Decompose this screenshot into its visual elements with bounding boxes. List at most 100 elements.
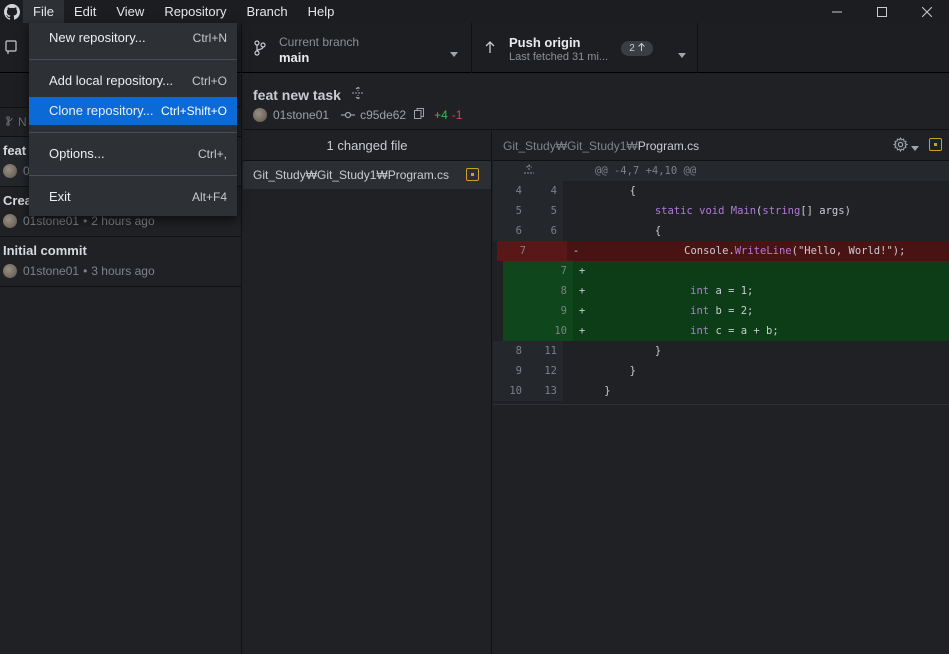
- new-line-number: 7: [538, 261, 573, 281]
- diff-code: Console.WriteLine("Hello, World!");: [583, 245, 906, 257]
- menu-item-label: Add local repository...: [49, 73, 174, 88]
- diff-file-path: Git_Study₩Git_Study1₩Program.cs: [503, 139, 699, 153]
- commit-author: 01stone01: [23, 214, 80, 228]
- diff-line[interactable]: 55 static void Main(string[] args): [493, 201, 949, 221]
- old-line-number: 10: [493, 381, 528, 401]
- menu-item-options[interactable]: Options... Ctrl+,: [29, 140, 237, 168]
- menu-item-shortcut: Alt+F4: [191, 190, 227, 204]
- menu-item-label: Options...: [49, 146, 105, 161]
- menu-branch[interactable]: Branch: [236, 0, 297, 23]
- history-filter-input[interactable]: N: [18, 115, 27, 129]
- menu-separator: [29, 59, 237, 60]
- diff-marker: [565, 381, 579, 401]
- commit-sha-icon: [341, 108, 356, 122]
- menu-item-label: Exit: [49, 189, 71, 204]
- diff-code: int a = 1;: [690, 285, 754, 297]
- diff-line[interactable]: 44 {: [493, 181, 949, 201]
- github-logo-icon[interactable]: [0, 0, 23, 23]
- diff-line[interactable]: 10 13 }: [493, 381, 949, 401]
- diff-code: static void Main(string[] args): [654, 205, 851, 217]
- menu-item-clone-repository[interactable]: Clone repository... Ctrl+Shift+O: [29, 97, 237, 125]
- diff-marker: -: [572, 245, 580, 257]
- maximize-icon[interactable]: [859, 0, 904, 23]
- minimize-icon[interactable]: [814, 0, 859, 23]
- diff-lines: @@ -4,7 +4,10 @@ 44 {5 5 static void Main…: [493, 161, 949, 401]
- menu-view[interactable]: View: [106, 0, 154, 23]
- commit-time: 2 hours ago: [91, 214, 155, 228]
- diff-code: int c = a + b;: [690, 325, 779, 337]
- diff-path-file: Program.cs: [637, 139, 700, 153]
- menu-item-shortcut: Ctrl+N: [192, 31, 227, 45]
- diff-line[interactable]: 66 {: [493, 221, 949, 241]
- hunk-expand-icon[interactable]: [493, 161, 565, 181]
- diff-line[interactable]: 8 + int a = 1;: [503, 281, 949, 301]
- diff-line[interactable]: 7 +: [503, 261, 949, 281]
- avatar: [3, 214, 17, 228]
- old-line-number: [503, 261, 538, 281]
- diff-marker: [565, 201, 579, 221]
- menu-edit[interactable]: Edit: [64, 0, 106, 23]
- changed-file-path: Git_Study₩Git_Study1₩Program.cs: [253, 168, 450, 182]
- diff-line[interactable]: 8 11 }: [493, 341, 949, 361]
- commit-sha: c95de62: [360, 108, 407, 122]
- branch-icon: [254, 40, 266, 59]
- close-icon[interactable]: [904, 0, 949, 23]
- menu-item-exit[interactable]: Exit Alt+F4: [29, 183, 237, 211]
- branch-label: Current branch: [279, 35, 360, 49]
- diff-line[interactable]: 10 + int c = a + b;: [503, 321, 949, 341]
- arrow-up-small-icon: [637, 42, 645, 54]
- changed-files-panel: 1 changed file Git_Study₩Git_Study1₩Prog…: [243, 131, 492, 654]
- menu-repository[interactable]: Repository: [154, 0, 236, 23]
- additions-count: +4: [434, 108, 448, 122]
- diff-end-line: [493, 404, 949, 405]
- diff-code: }: [579, 385, 611, 397]
- new-line-number: 4: [528, 181, 563, 201]
- menu-bar: File Edit View Repository Branch Help: [23, 0, 344, 23]
- menu-file[interactable]: File: [23, 0, 64, 23]
- menu-separator: [29, 175, 237, 176]
- menu-item-new-repository[interactable]: New repository... Ctrl+N: [29, 24, 237, 52]
- diff-marker: +: [578, 265, 586, 277]
- diff-code: int b = 2;: [690, 305, 754, 317]
- old-line-number: 9: [493, 361, 528, 381]
- arrow-up-icon: [485, 41, 495, 56]
- new-line-number: 12: [528, 361, 563, 381]
- old-line-number: [503, 301, 538, 321]
- push-dropdown-chevron-icon[interactable]: [678, 46, 686, 61]
- commit-meta-sep: •: [83, 214, 88, 228]
- menu-help[interactable]: Help: [298, 0, 345, 23]
- diff-line[interactable]: 7 - Console.WriteLine("Hello, World!");: [497, 241, 949, 261]
- avatar: [3, 164, 17, 178]
- branch-name: main: [279, 50, 310, 65]
- commit-meta: 01stone01 • 2 hours ago: [3, 214, 241, 228]
- commit-summary: feat new task: [253, 86, 365, 103]
- new-line-number: 11: [528, 341, 563, 361]
- commit-summary-title: feat new task: [253, 86, 341, 103]
- push-origin-button[interactable]: Push origin Last fetched 31 mi... 2: [473, 23, 698, 73]
- diff-code: {: [579, 225, 662, 237]
- commit-header: feat new task 01stone01 c95de62 +4 -1: [243, 74, 949, 130]
- current-branch-button[interactable]: Current branch main: [243, 23, 472, 73]
- menu-item-add-local-repository[interactable]: Add local repository... Ctrl+O: [29, 67, 237, 95]
- copy-icon[interactable]: [414, 108, 425, 122]
- diff-line[interactable]: 9 12 }: [493, 361, 949, 381]
- diff-hunk-header[interactable]: @@ -4,7 +4,10 @@: [493, 161, 949, 181]
- menu-item-label: Clone repository...: [49, 103, 154, 118]
- diff-settings-button[interactable]: [892, 136, 919, 155]
- diff-marker: [565, 181, 579, 201]
- menu-item-label: New repository...: [49, 30, 146, 45]
- new-line-number: 5: [528, 201, 563, 221]
- menu-item-shortcut: Ctrl+O: [191, 74, 227, 88]
- diff-code: }: [579, 365, 636, 377]
- changed-file-item[interactable]: Git_Study₩Git_Study1₩Program.cs: [243, 161, 491, 189]
- avatar: [3, 264, 17, 278]
- diff-header: Git_Study₩Git_Study1₩Program.cs: [493, 131, 949, 161]
- repo-icon: [5, 40, 17, 57]
- commit-author: 01stone01: [273, 108, 330, 122]
- new-line-number: 8: [538, 281, 573, 301]
- diff-line[interactable]: 9 + int b = 2;: [503, 301, 949, 321]
- commit-item[interactable]: Initial commit 01stone01 • 3 hours ago: [0, 237, 241, 287]
- expand-icon[interactable]: [351, 86, 365, 103]
- commit-details: 01stone01 c95de62 +4 -1: [253, 108, 462, 122]
- diff-marker: [565, 361, 579, 381]
